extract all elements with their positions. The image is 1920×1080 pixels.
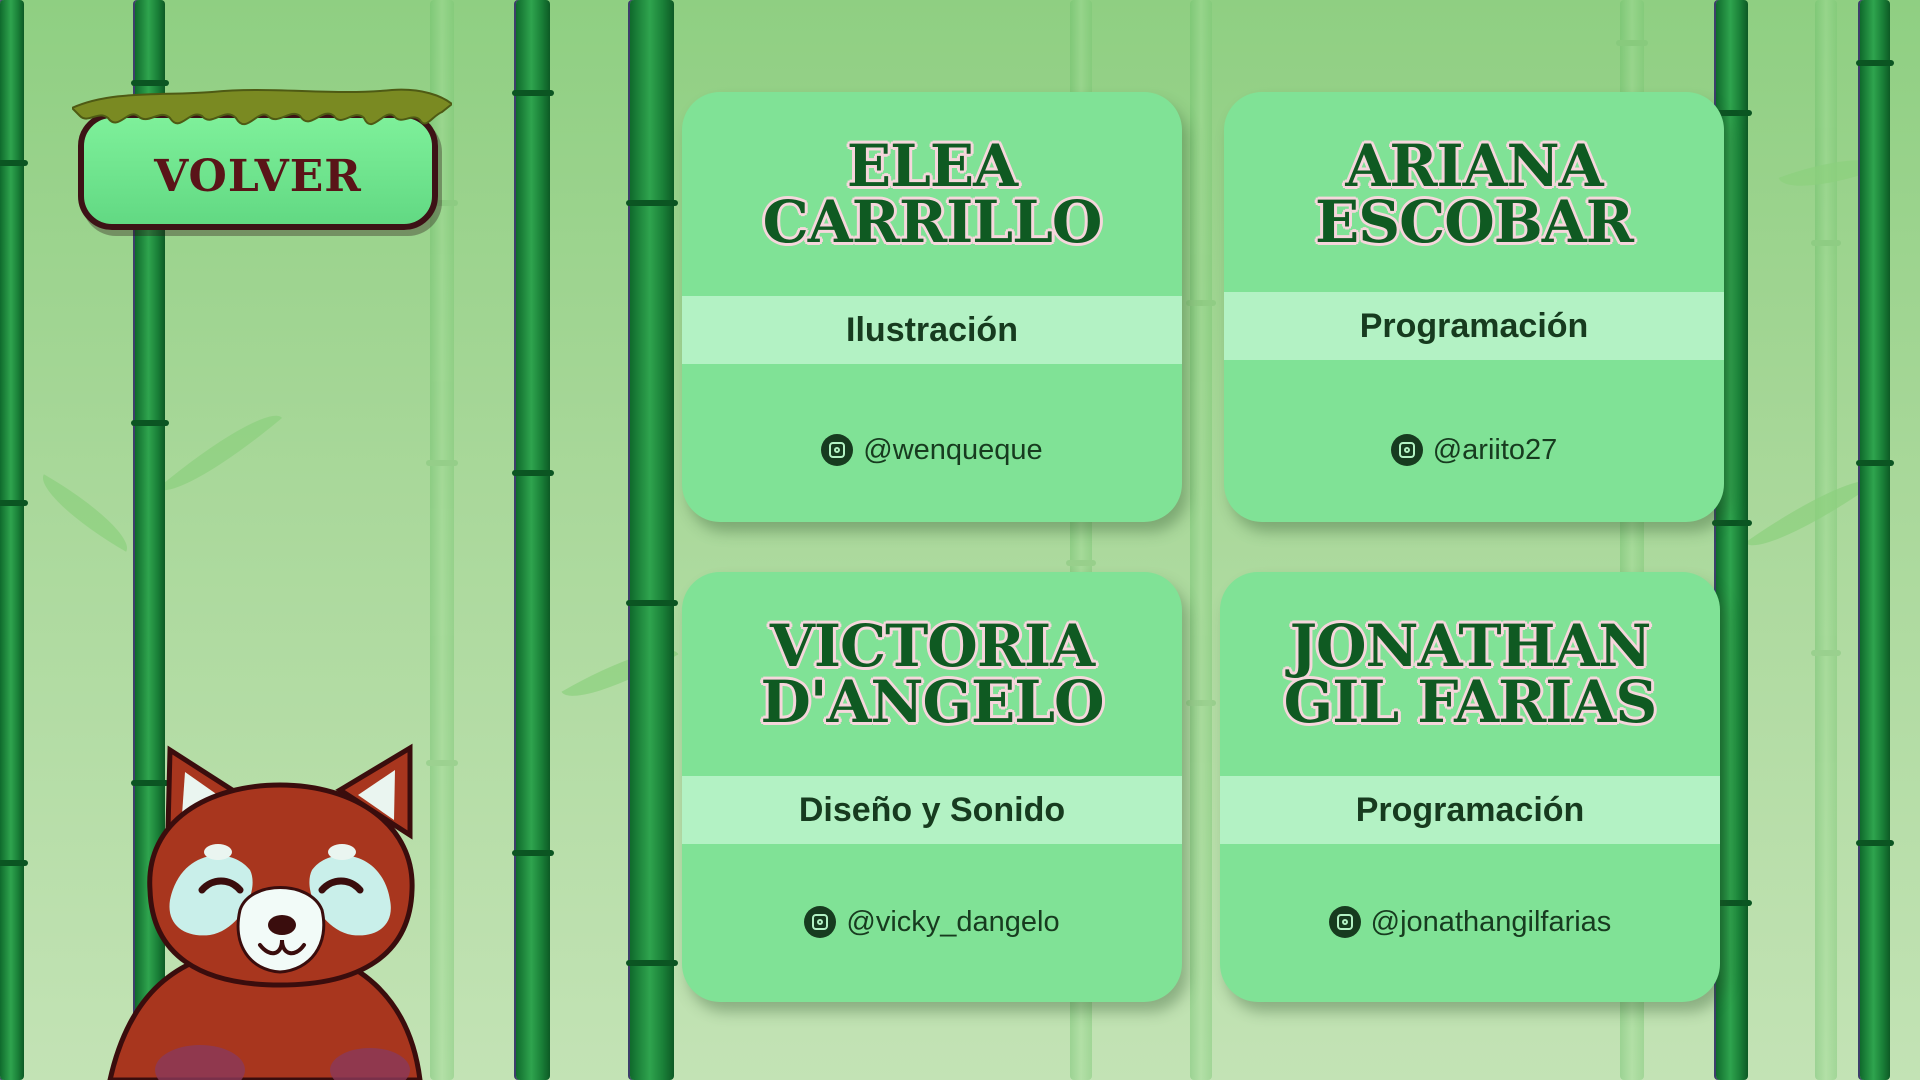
bamboo-stalk [1186, 0, 1216, 1080]
instagram-link[interactable]: @ariito27 [1224, 430, 1724, 470]
team-card-jonathan: JONATHAN GIL FARIAS Programación @jonath… [1220, 572, 1720, 1002]
moss-decoration [72, 88, 452, 126]
team-card-victoria: VICTORIA D'ANGELO Diseño y Sonido @vicky… [682, 572, 1182, 1002]
instagram-handle: @ariito27 [1432, 433, 1558, 466]
instagram-icon [804, 906, 837, 938]
bamboo-stalk [1856, 0, 1894, 1080]
member-name-line1: JONATHAN [1289, 612, 1652, 680]
red-panda-mascot [107, 743, 423, 1080]
team-card-ariana: ARIANA ESCOBAR Programación @ariito27 [1224, 92, 1724, 522]
back-button[interactable]: VOLVER [72, 88, 452, 230]
instagram-handle: @jonathangilfarias [1370, 905, 1612, 938]
back-button-label: VOLVER [154, 150, 362, 202]
instagram-handle: @wenqueque [863, 433, 1043, 466]
instagram-icon [821, 434, 854, 466]
member-name: ELEA CARRILLO [682, 132, 1182, 256]
team-card-elea: ELEA CARRILLO Ilustración @wenqueque [682, 92, 1182, 522]
member-role: Programación [1220, 776, 1720, 844]
member-name: ARIANA ESCOBAR [1224, 132, 1724, 256]
member-name-line2: D'ANGELO [760, 668, 1104, 736]
instagram-link[interactable]: @jonathangilfarias [1220, 902, 1720, 942]
member-name-line1: VICTORIA [769, 612, 1095, 680]
member-name: VICTORIA D'ANGELO [682, 612, 1182, 736]
member-name-line1: ELEA [846, 132, 1018, 200]
instagram-link[interactable]: @wenqueque [682, 430, 1182, 470]
member-role: Diseño y Sonido [682, 776, 1182, 844]
member-name-line1: ARIANA [1345, 132, 1603, 200]
instagram-handle: @vicky_dangelo [846, 905, 1060, 938]
bamboo-stalk [512, 0, 554, 1080]
bamboo-leaf [1745, 462, 1875, 564]
instagram-icon [1390, 434, 1423, 466]
bamboo-stalk [0, 0, 28, 1080]
member-role: Programación [1224, 292, 1724, 360]
bamboo-stalk [626, 0, 678, 1080]
member-role: Ilustración [682, 296, 1182, 364]
member-name-line2: ESCOBAR [1314, 188, 1634, 256]
instagram-link[interactable]: @vicky_dangelo [682, 902, 1182, 942]
member-name-line2: GIL FARIAS [1283, 668, 1658, 736]
instagram-icon [1328, 906, 1361, 938]
member-name-line2: CARRILLO [762, 188, 1103, 256]
member-name: JONATHAN GIL FARIAS [1220, 612, 1720, 736]
bamboo-leaf [30, 474, 140, 552]
bamboo-leaf [158, 398, 282, 508]
